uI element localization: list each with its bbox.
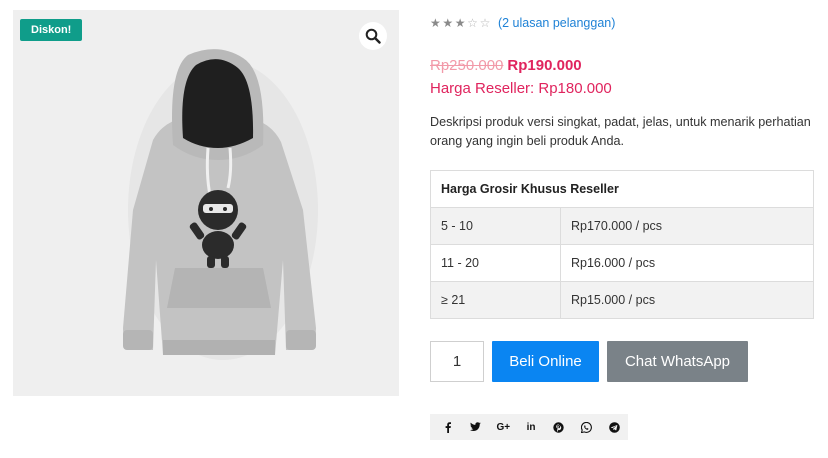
product-image[interactable]: Diskon!	[13, 10, 399, 396]
google-plus-icon[interactable]: G+	[489, 414, 517, 440]
wholesale-table-header: Harga Grosir Khusus Reseller	[430, 170, 814, 208]
unit-price-cell: Rp15.000 / pcs	[560, 281, 814, 319]
zoom-button[interactable]	[359, 22, 387, 50]
star-icon: ★	[430, 16, 441, 30]
star-icon: ★	[442, 16, 454, 30]
original-price: Rp250.000	[430, 57, 504, 74]
twitter-icon[interactable]	[462, 414, 490, 440]
hoodie-image	[123, 49, 318, 360]
sale-badge: Diskon!	[20, 19, 83, 41]
qty-range-cell: 11 - 20	[430, 244, 561, 282]
product-rating: ★ ★ ★ ☆ ☆ (2 ulasan pelanggan)	[430, 16, 615, 30]
chat-whatsapp-button[interactable]: Chat WhatsApp	[607, 341, 748, 382]
qty-range-cell: ≥ 21	[430, 281, 561, 319]
star-empty-icon: ☆	[479, 16, 491, 30]
qty-range-cell: 5 - 10	[430, 207, 561, 245]
table-row: ≥ 21 Rp15.000 / pcs	[430, 281, 814, 319]
unit-price-cell: Rp170.000 / pcs	[560, 207, 814, 245]
table-row: 5 - 10 Rp170.000 / pcs	[430, 207, 814, 245]
unit-price-cell: Rp16.000 / pcs	[560, 244, 814, 282]
buy-online-button[interactable]: Beli Online	[492, 341, 599, 382]
telegram-icon[interactable]	[600, 414, 628, 440]
facebook-icon[interactable]	[434, 414, 462, 440]
reseller-price: Harga Reseller: Rp180.000	[430, 80, 612, 97]
star-empty-icon: ☆	[467, 16, 478, 30]
quantity-input[interactable]: 1	[430, 341, 484, 382]
pinterest-icon[interactable]	[545, 414, 573, 440]
magnifier-icon	[365, 28, 381, 44]
star-half-icon: ★	[454, 16, 466, 30]
linkedin-icon[interactable]: in	[517, 414, 545, 440]
wholesale-price-table: Harga Grosir Khusus Reseller 5 - 10 Rp17…	[430, 170, 814, 319]
price-block: Rp250.000 Rp190.000	[430, 57, 582, 74]
share-buttons: G+ in	[430, 414, 628, 440]
sale-price: Rp190.000	[507, 57, 582, 74]
whatsapp-icon[interactable]	[573, 414, 601, 440]
reviews-link[interactable]: (2 ulasan pelanggan)	[498, 16, 615, 30]
star-rating: ★ ★ ★ ☆ ☆	[430, 17, 492, 29]
product-short-description: Deskripsi produk versi singkat, padat, j…	[430, 115, 811, 148]
table-row: 11 - 20 Rp16.000 / pcs	[430, 244, 814, 282]
